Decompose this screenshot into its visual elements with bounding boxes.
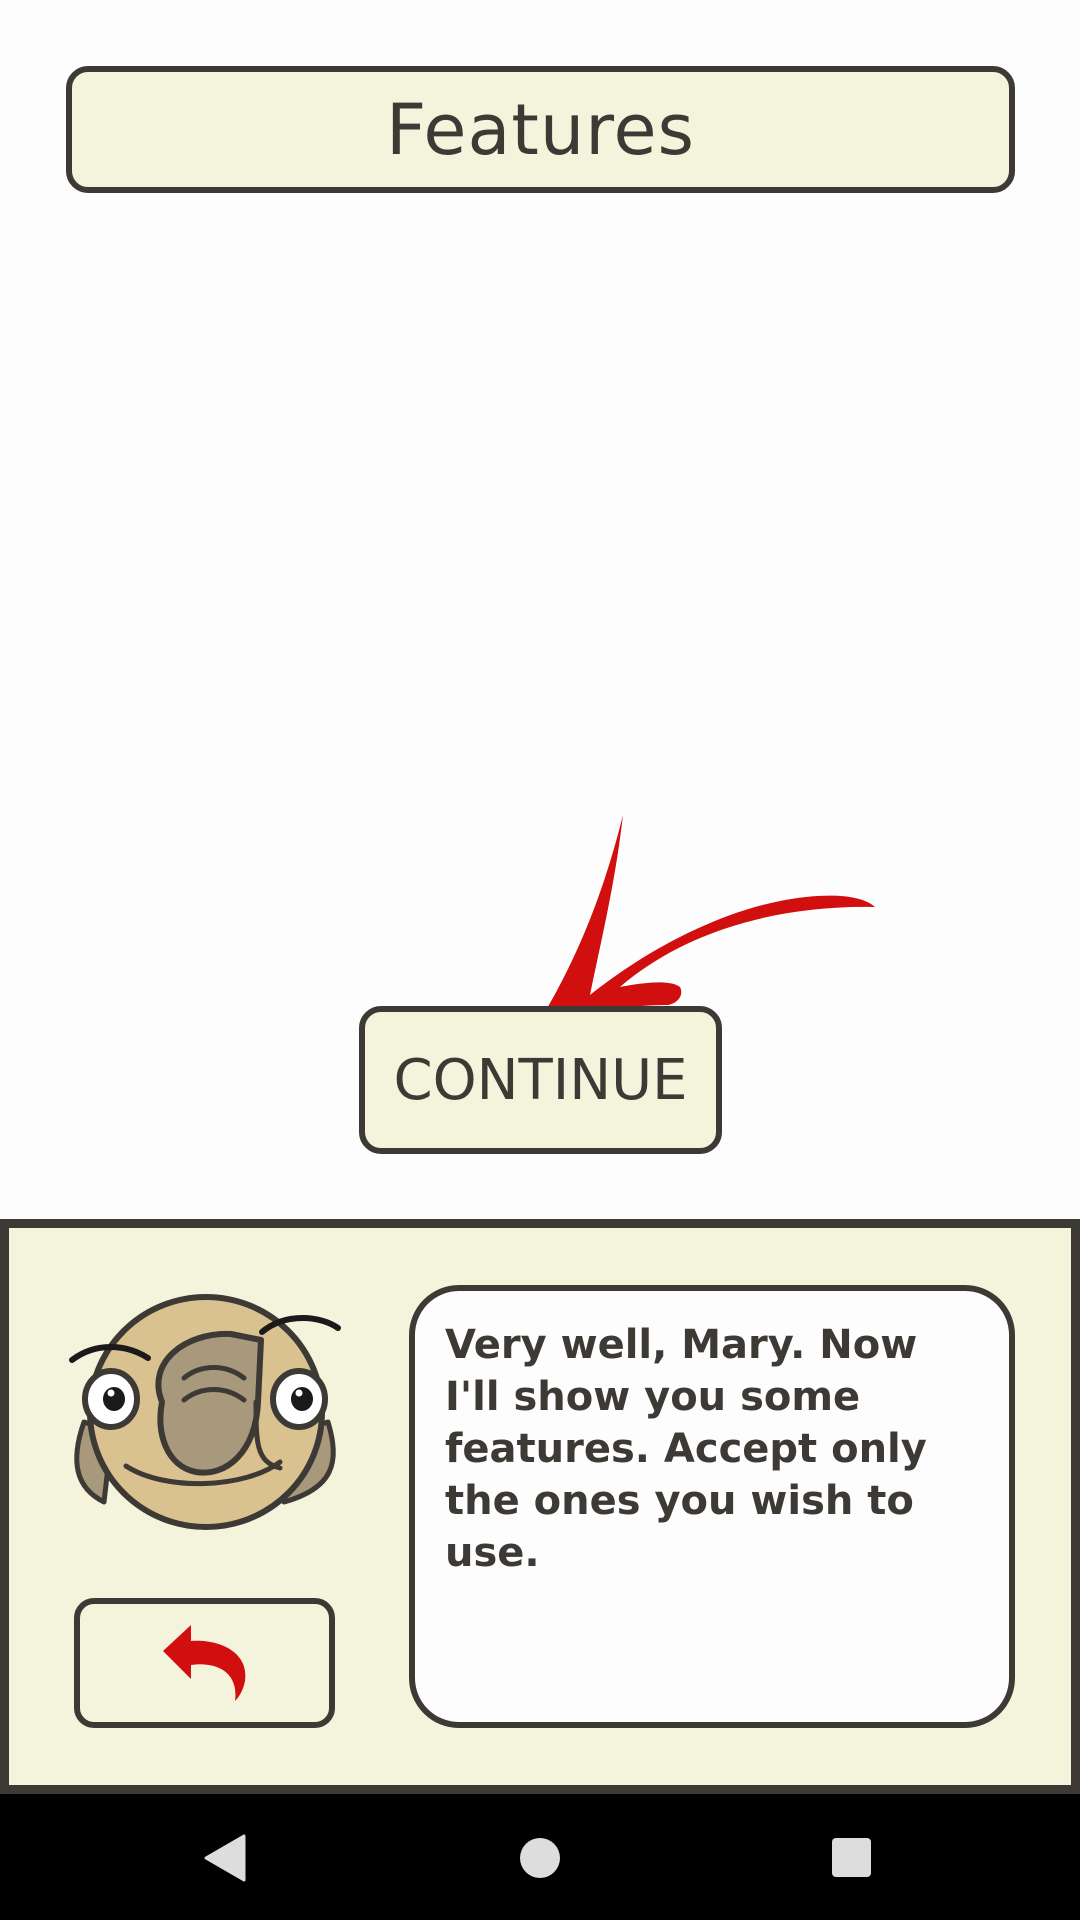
undo-arrow-icon bbox=[162, 1625, 245, 1701]
triangle-back-icon[interactable] bbox=[204, 1834, 246, 1882]
features-screen: Features CONTINUE Very well, Mary. Now I… bbox=[0, 0, 1080, 1920]
undo-back-button[interactable] bbox=[74, 1598, 335, 1728]
continue-button-label: CONTINUE bbox=[393, 1047, 688, 1113]
owl-face-avatar bbox=[69, 1294, 341, 1530]
continue-button[interactable]: CONTINUE bbox=[359, 1006, 722, 1154]
square-recents-icon[interactable] bbox=[832, 1838, 871, 1877]
dialog-message: Very well, Mary. Now I'll show you some … bbox=[445, 1322, 927, 1576]
speech-bubble: Very well, Mary. Now I'll show you some … bbox=[409, 1285, 1015, 1728]
title-banner: Features bbox=[66, 66, 1015, 193]
red-pointer-arrow-icon bbox=[540, 815, 875, 1027]
page-title: Features bbox=[386, 88, 695, 171]
circle-home-icon[interactable] bbox=[520, 1838, 560, 1878]
